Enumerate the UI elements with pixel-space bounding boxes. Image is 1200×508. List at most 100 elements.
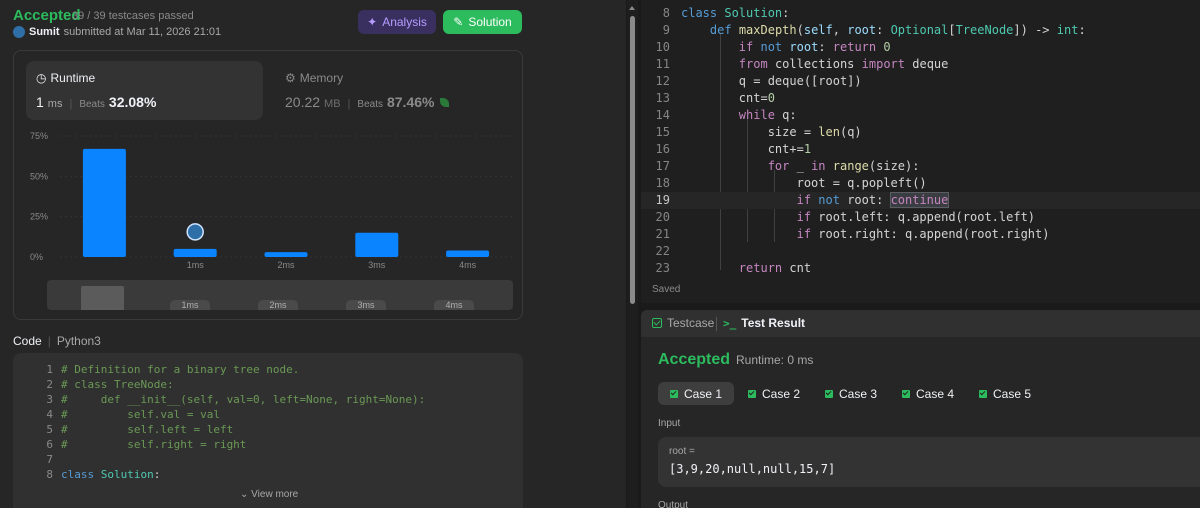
leaf-icon bbox=[440, 98, 450, 107]
panel-divider[interactable] bbox=[641, 303, 1200, 310]
case-label: Case 1 bbox=[684, 386, 723, 401]
line-number: 6 bbox=[46, 438, 53, 451]
edit-icon: ✎ bbox=[453, 15, 464, 29]
input-param-value[interactable]: [3,9,20,null,null,15,7] bbox=[669, 462, 835, 476]
line-number: 18 bbox=[655, 176, 670, 190]
case-tab-5[interactable]: Case 5 bbox=[967, 382, 1043, 405]
code-text: # class TreeNode: bbox=[61, 378, 174, 391]
tab-testcase[interactable]: Testcase bbox=[652, 316, 714, 330]
navigator-tick: 3ms bbox=[346, 300, 386, 310]
view-more-button[interactable]: ⌄ View more bbox=[240, 489, 298, 500]
analysis-label: Analysis bbox=[382, 15, 427, 29]
chart-bar[interactable] bbox=[446, 250, 490, 257]
editor-line[interactable]: 11 from collections import deque bbox=[641, 56, 1200, 73]
editor-line-current[interactable]: 19 if not root: continue bbox=[641, 192, 1200, 209]
line-number: 1 bbox=[46, 363, 53, 376]
code-line: 5 # self.left = left bbox=[13, 422, 233, 437]
submitted-time: submitted at Mar 11, 2026 21:01 bbox=[63, 26, 222, 38]
checkbox-icon bbox=[652, 318, 662, 328]
code-text: class Solution: bbox=[61, 468, 161, 481]
editor-line[interactable]: 10 if not root: return 0 bbox=[641, 39, 1200, 56]
editor-line[interactable]: 12 q = deque([root]) bbox=[641, 73, 1200, 90]
line-number: 22 bbox=[655, 244, 670, 258]
check-icon bbox=[902, 389, 910, 398]
editor-line[interactable]: 22 bbox=[641, 243, 1200, 260]
chart-bar[interactable] bbox=[82, 148, 126, 257]
memory-beats-label: Beats bbox=[357, 99, 383, 110]
divider: | bbox=[347, 98, 351, 110]
editor-line[interactable]: 18 root = q.popleft() bbox=[641, 175, 1200, 192]
code-text: # self.left = left bbox=[61, 423, 234, 436]
code-line: 1 # Definition for a binary tree node. bbox=[13, 362, 299, 377]
clock-icon: ◷ bbox=[36, 71, 47, 85]
view-more-label: View more bbox=[251, 489, 299, 500]
x-tick-label: 4ms bbox=[459, 260, 477, 270]
case-tab-2[interactable]: Case 2 bbox=[736, 382, 812, 405]
editor-line[interactable]: 9 def maxDepth(self, root: Optional[Tree… bbox=[641, 22, 1200, 39]
chart-bar[interactable] bbox=[173, 248, 217, 257]
line-number: 23 bbox=[655, 261, 670, 275]
code-line: 7 bbox=[13, 452, 61, 467]
avatar[interactable] bbox=[13, 26, 25, 38]
y-tick-label: 25% bbox=[30, 212, 48, 222]
editor-line[interactable]: 8 class Solution: bbox=[641, 5, 1200, 22]
submission-status: Accepted bbox=[13, 7, 81, 24]
editor-line[interactable]: 23 return cnt bbox=[641, 260, 1200, 277]
check-icon bbox=[825, 389, 833, 398]
case-label: Case 4 bbox=[916, 386, 955, 401]
input-param-name: root = bbox=[669, 446, 695, 457]
editor-line[interactable]: 13 cnt=0 bbox=[641, 90, 1200, 107]
check-icon bbox=[979, 389, 987, 398]
navigator-handle[interactable] bbox=[81, 286, 124, 310]
chart-bar[interactable] bbox=[355, 232, 399, 257]
chevron-down-icon: ⌄ bbox=[240, 489, 249, 500]
tab-result-label: Test Result bbox=[741, 316, 806, 330]
x-tick-label: 3ms bbox=[368, 260, 386, 270]
runtime-unit: ms bbox=[47, 98, 63, 110]
memory-label: Memory bbox=[299, 71, 344, 85]
case-tab-3[interactable]: Case 3 bbox=[813, 382, 889, 405]
analysis-button[interactable]: ✦ Analysis bbox=[358, 10, 436, 34]
left-scrollbar[interactable] bbox=[627, 0, 638, 508]
memory-header[interactable]: ⚙ Memory bbox=[285, 71, 343, 85]
line-number: 7 bbox=[46, 453, 53, 466]
divider: | bbox=[69, 98, 73, 110]
case-label: Case 3 bbox=[839, 386, 878, 401]
terminal-icon: >_ bbox=[723, 316, 737, 330]
case-tab-4[interactable]: Case 4 bbox=[890, 382, 966, 405]
solution-button[interactable]: ✎ Solution bbox=[443, 10, 522, 34]
code-label: Code bbox=[13, 334, 42, 348]
editor-line[interactable]: 16 cnt+=1 bbox=[641, 141, 1200, 158]
x-tick-label: 2ms bbox=[277, 260, 295, 270]
editor-line[interactable]: 20 if root.left: q.append(root.left) bbox=[641, 209, 1200, 226]
line-number: 3 bbox=[46, 393, 53, 406]
code-line: 8 class Solution: bbox=[13, 467, 160, 482]
your-submission-avatar[interactable] bbox=[186, 223, 204, 241]
submitted-code: 1 # Definition for a binary tree node. 2 # … bbox=[13, 353, 523, 508]
tab-test-result[interactable]: >_ Test Result bbox=[723, 316, 805, 330]
scrollbar-thumb[interactable] bbox=[630, 16, 635, 304]
runtime-distribution-chart[interactable]: 0% 25% 50% 75% 1ms 2ms 3ms 4ms bbox=[14, 126, 522, 276]
line-number: 10 bbox=[655, 40, 670, 54]
result-status: Accepted bbox=[658, 351, 731, 368]
code-header: Code | Python3 bbox=[13, 334, 101, 348]
solution-label: Solution bbox=[468, 15, 512, 29]
chart-bar[interactable] bbox=[264, 252, 308, 257]
testcases-passed: 39 / 39 testcases passed bbox=[72, 10, 194, 22]
editor-line[interactable]: 17 for _ in range(size): bbox=[641, 158, 1200, 175]
editor-line[interactable]: 21 if root.right: q.append(root.right) bbox=[641, 226, 1200, 243]
scroll-up-icon[interactable] bbox=[629, 6, 635, 10]
code-text: # self.right = right bbox=[61, 438, 247, 451]
divider: | bbox=[47, 334, 51, 348]
editor-line[interactable]: 14 while q: bbox=[641, 107, 1200, 124]
navigator-tick: 1ms bbox=[170, 300, 210, 310]
submitter-info: Sumit submitted at Mar 11, 2026 21:01 bbox=[13, 26, 221, 38]
divider bbox=[716, 317, 717, 331]
case-tab-1[interactable]: Case 1 bbox=[658, 382, 735, 405]
case-label: Case 5 bbox=[993, 386, 1032, 401]
line-number: 17 bbox=[655, 159, 670, 173]
runtime-box[interactable] bbox=[26, 61, 263, 120]
submitter-name[interactable]: Sumit bbox=[29, 26, 60, 38]
line-number: 13 bbox=[655, 91, 670, 105]
editor-line[interactable]: 15 size = len(q) bbox=[641, 124, 1200, 141]
